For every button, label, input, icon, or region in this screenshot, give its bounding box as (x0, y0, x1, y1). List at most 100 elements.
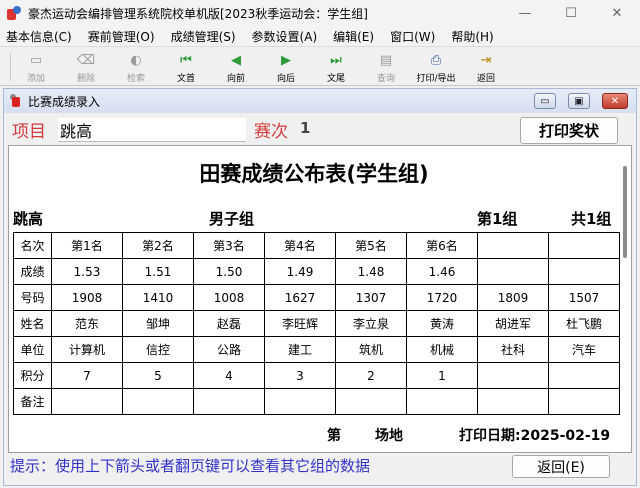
search-icon: ◐ (130, 52, 142, 68)
table-cell[interactable]: 1410 (122, 284, 194, 311)
table-cell[interactable]: 1 (406, 362, 478, 389)
table-cell[interactable]: 1809 (477, 284, 549, 311)
report-event: 跳高 (13, 210, 44, 228)
table-cell[interactable]: 1.49 (264, 258, 336, 285)
table-cell[interactable]: 1627 (264, 284, 336, 311)
table-cell[interactable]: 第3名 (193, 232, 265, 259)
row-header: 号码 (13, 284, 52, 311)
table-cell[interactable]: 机械 (406, 336, 478, 363)
toolbar-search-button[interactable]: ◐ 检索 (112, 49, 160, 85)
close-button[interactable]: ✕ (594, 0, 640, 26)
table-cell[interactable] (477, 388, 549, 415)
menu-help[interactable]: 帮助(H) (451, 28, 493, 45)
table-cell[interactable]: 赵磊 (193, 310, 265, 337)
toolbar-next-button[interactable]: ▶ 向后 (262, 49, 310, 85)
minimize-icon: ▭ (540, 95, 550, 107)
table-cell[interactable] (548, 388, 620, 415)
toolbar-add-button[interactable]: ▭ 添加 (12, 49, 60, 85)
table-row: 单位 计算机 信控 公路 建工 筑机 机械 社科 汽车 (13, 336, 620, 363)
table-cell[interactable]: 计算机 (51, 336, 123, 363)
table-cell[interactable]: 1.50 (193, 258, 265, 285)
table-cell[interactable]: 汽车 (548, 336, 620, 363)
table-cell[interactable]: 1720 (406, 284, 478, 311)
table-cell[interactable] (548, 232, 620, 259)
scrollbar-thumb[interactable] (623, 166, 627, 258)
toolbar-delete-button[interactable]: ⌫ 删除 (62, 49, 110, 85)
table-cell[interactable]: 李旺辉 (264, 310, 336, 337)
minimize-button[interactable]: — (502, 0, 548, 26)
table-cell[interactable]: 第4名 (264, 232, 336, 259)
menu-settings[interactable]: 参数设置(A) (252, 28, 318, 45)
table-cell[interactable]: 1008 (193, 284, 265, 311)
toolbar-last-button[interactable]: ⏭ 文尾 (312, 49, 360, 85)
toolbar-query-button[interactable]: ▤ 查询 (362, 49, 410, 85)
exit-door-icon: ⇥ (480, 52, 492, 68)
table-cell[interactable]: 3 (264, 362, 336, 389)
table-cell[interactable]: 社科 (477, 336, 549, 363)
pin-icon (10, 94, 22, 108)
title-bar: 豪杰运动会编排管理系统院校单机版[2023秋季运动会：学生组] — ☐ ✕ (0, 0, 640, 26)
table-cell[interactable]: 筑机 (335, 336, 407, 363)
toolbar-return-button[interactable]: ⇥ 返回 (462, 49, 510, 85)
table-cell[interactable]: 1.51 (122, 258, 194, 285)
table-cell[interactable]: 1.48 (335, 258, 407, 285)
table-cell[interactable] (264, 388, 336, 415)
menu-window[interactable]: 窗口(W) (390, 28, 435, 45)
toolbar-delete-label: 删除 (76, 74, 95, 84)
table-cell[interactable]: 邹坤 (122, 310, 194, 337)
table-cell[interactable]: 5 (122, 362, 194, 389)
menu-edit[interactable]: 编辑(E) (333, 28, 374, 45)
table-cell[interactable]: 1.46 (406, 258, 478, 285)
table-cell[interactable] (477, 362, 549, 389)
table-cell[interactable] (335, 388, 407, 415)
toolbar-print-button[interactable]: ⎙ 打印/导出 (412, 49, 460, 85)
table-cell[interactable]: 1307 (335, 284, 407, 311)
toolbar-first-label: 文首 (176, 74, 195, 84)
table-cell[interactable]: 7 (51, 362, 123, 389)
menu-pre-match[interactable]: 赛前管理(O) (88, 28, 155, 45)
row-header: 备注 (13, 388, 52, 415)
report-title: 田赛成绩公布表(学生组) (199, 162, 429, 186)
table-cell[interactable]: 信控 (122, 336, 194, 363)
table-cell[interactable]: 杜飞鹏 (548, 310, 620, 337)
row-header: 单位 (13, 336, 52, 363)
table-cell[interactable] (477, 232, 549, 259)
table-cell[interactable]: 李立泉 (335, 310, 407, 337)
table-cell[interactable]: 1507 (548, 284, 620, 311)
print-date: 打印日期:2025-02-19 (459, 428, 611, 444)
table-cell[interactable]: 1908 (51, 284, 123, 311)
table-cell[interactable]: 2 (335, 362, 407, 389)
table-cell[interactable] (193, 388, 265, 415)
print-certificate-button[interactable]: 打印奖状 (520, 117, 618, 144)
table-cell[interactable] (548, 258, 620, 285)
table-cell[interactable] (406, 388, 478, 415)
table-cell[interactable] (51, 388, 123, 415)
table-cell[interactable]: 4 (193, 362, 265, 389)
child-maximize-button[interactable]: ▣ (568, 93, 590, 109)
table-cell[interactable]: 公路 (193, 336, 265, 363)
table-cell[interactable]: 第2名 (122, 232, 194, 259)
table-cell[interactable] (122, 388, 194, 415)
menu-basic-info[interactable]: 基本信息(C) (6, 28, 72, 45)
toolbar-first-button[interactable]: ⏮ 文首 (162, 49, 210, 85)
table-cell[interactable]: 黄涛 (406, 310, 478, 337)
toolbar-query-label: 查询 (376, 74, 395, 84)
child-close-button[interactable]: ✕ (602, 93, 628, 109)
table-cell[interactable]: 第6名 (406, 232, 478, 259)
maximize-button[interactable]: ☐ (548, 0, 594, 26)
report-total-groups: 共1组 (571, 210, 612, 228)
table-cell[interactable]: 建工 (264, 336, 336, 363)
table-cell[interactable] (548, 362, 620, 389)
toolbar-prev-button[interactable]: ◀ 向前 (212, 49, 260, 85)
table-cell[interactable]: 第5名 (335, 232, 407, 259)
child-minimize-button[interactable]: ▭ (534, 93, 556, 109)
event-input[interactable] (58, 118, 246, 142)
table-cell[interactable]: 第1名 (51, 232, 123, 259)
last-icon: ⏭ (330, 52, 342, 68)
menu-results[interactable]: 成绩管理(S) (171, 28, 236, 45)
table-cell[interactable]: 1.53 (51, 258, 123, 285)
table-cell[interactable] (477, 258, 549, 285)
table-cell[interactable]: 范东 (51, 310, 123, 337)
back-button[interactable]: 返回(E) (512, 455, 610, 478)
table-cell[interactable]: 胡进军 (477, 310, 549, 337)
